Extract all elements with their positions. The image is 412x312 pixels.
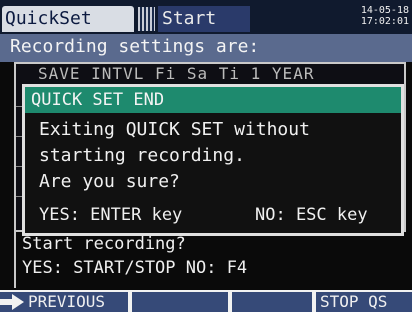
instrument-screen: QuickSet 9/9 Start 14-05-18 17:02:01 Rec…: [0, 0, 412, 312]
settings-header: Recording settings are:: [0, 34, 412, 62]
prompt-keys: YES: START/STOP NO: F4: [22, 258, 248, 278]
tab-quickset[interactable]: QuickSet 9/9: [2, 6, 134, 55]
softkey-f2-label: [132, 292, 136, 311]
softkey-f4-label: STOP QS: [320, 292, 388, 311]
time-text: 17:02:01: [360, 16, 409, 27]
title-bar: QuickSet 9/9 Start 14-05-18 17:02:01: [0, 0, 412, 55]
softkey-f4-stop-qs[interactable]: STOP QS: [316, 292, 412, 312]
dialog-line-3: Are you sure?: [39, 171, 180, 192]
progress-stripes-icon: [138, 7, 155, 31]
dialog-title: QUICK SET END: [25, 87, 401, 113]
quick-set-end-dialog: QUICK SET END Exiting QUICK SET without …: [22, 84, 404, 236]
dialog-yes-hint[interactable]: YES: ENTER key: [39, 205, 182, 225]
arrow-right-icon: [0, 294, 24, 310]
date-text: 14-05-18: [360, 5, 409, 16]
softkey-bar: PREVIOUS STOP QS: [0, 290, 412, 312]
prompt-question: Start recording?: [22, 234, 186, 254]
softkey-f2[interactable]: [132, 292, 228, 312]
dialog-line-2: starting recording.: [39, 145, 245, 166]
tab-start[interactable]: Start: [158, 6, 250, 32]
dialog-line-1: Exiting QUICK SET without: [39, 119, 310, 140]
datetime-display: 14-05-18 17:02:01: [361, 5, 409, 27]
softkey-f1-previous[interactable]: PREVIOUS: [0, 292, 128, 312]
softkey-f3-label: [232, 292, 236, 311]
settings-row-peek: SAVE INTVL Fi Sa Ti 1 YEAR: [38, 64, 315, 83]
dialog-key-hints: YES: ENTER key NO: ESC key: [39, 205, 368, 225]
settings-header-text: Recording settings are:: [10, 36, 260, 57]
softkey-f3[interactable]: [232, 292, 312, 312]
softkey-f1-label: PREVIOUS: [28, 292, 106, 311]
dialog-message: Exiting QUICK SET without starting recor…: [39, 117, 310, 195]
dialog-no-hint[interactable]: NO: ESC key: [255, 205, 368, 225]
start-prompt: Start recording? YES: START/STOP NO: F4: [14, 232, 406, 288]
